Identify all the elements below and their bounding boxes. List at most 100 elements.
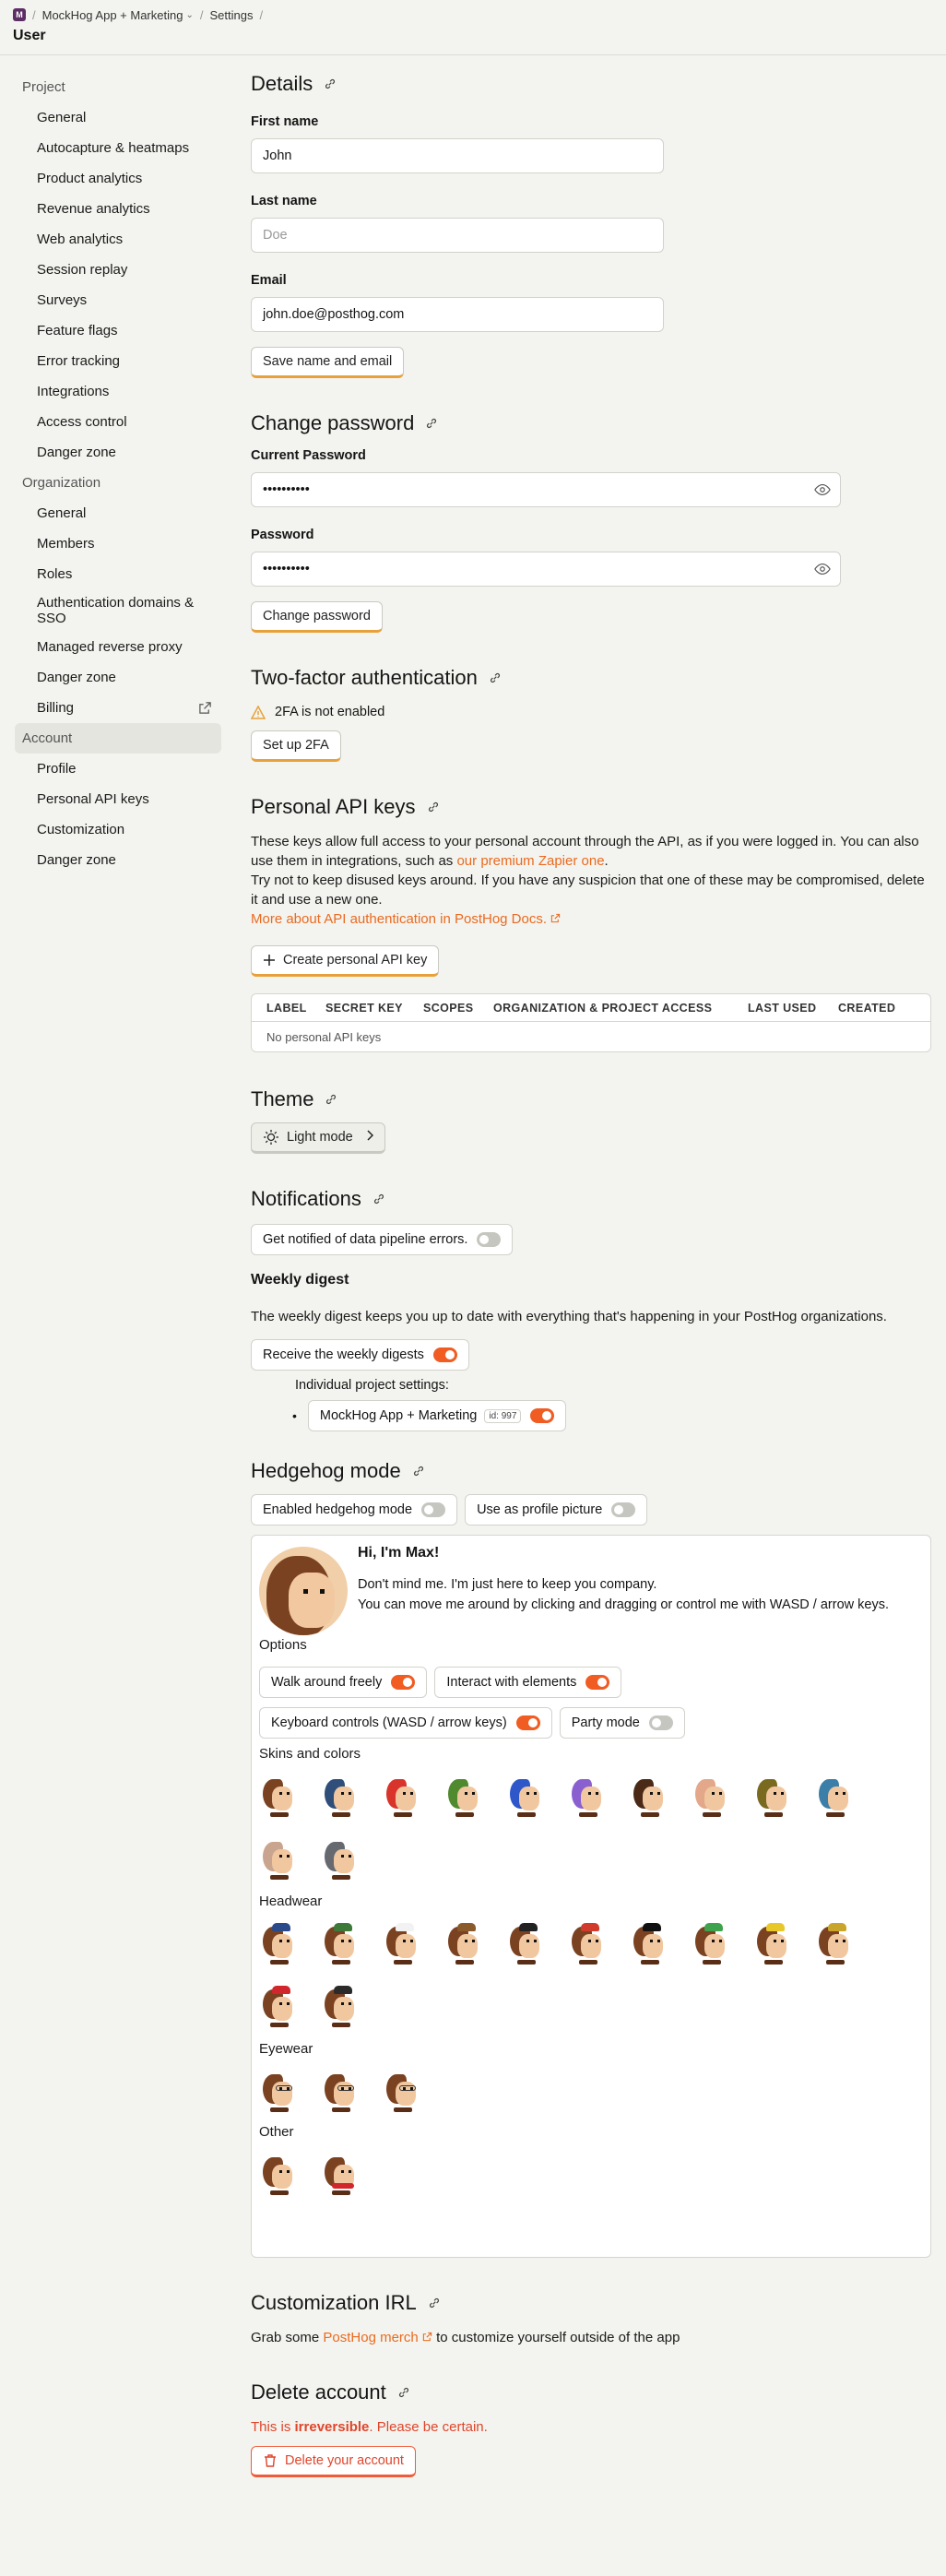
sidebar-item-error-tracking[interactable]: Error tracking [15,346,221,376]
keyboard-toggle[interactable] [515,1715,540,1730]
hedgehog-skin-red-option[interactable] [383,1774,423,1818]
sidebar-item-revenue-analytics[interactable]: Revenue analytics [15,194,221,224]
hedgehog-skin-default-option[interactable] [259,1774,300,1818]
zapier-link[interactable]: our premium Zapier one [456,853,604,869]
hedgehog-enabled-toggle[interactable] [421,1502,446,1517]
hedgehog-eyewear-sunglasses-option[interactable] [321,2069,361,2113]
hedgehog-avatar[interactable] [259,1547,348,1635]
hedgehog-skin-blue-option[interactable] [506,1774,547,1818]
column-header-created[interactable]: CREATED [823,994,930,1022]
column-header-label[interactable]: LABEL [252,994,311,1022]
weekly-digest-toggle-row[interactable]: Receive the weekly digests [251,1339,469,1371]
hedgehog-profile-row[interactable]: Use as profile picture [465,1494,648,1525]
hedgehog-headwear-cap-option[interactable] [321,1921,361,1965]
column-header-scopes[interactable]: SCOPES [408,994,479,1022]
setup-2fa-button[interactable]: Set up 2FA [251,730,341,762]
hedgehog-skin-green-option[interactable] [444,1774,485,1818]
column-header-secret-key[interactable]: SECRET KEY [311,994,408,1022]
change-password-button[interactable]: Change password [251,601,383,633]
hedgehog-other-none-option[interactable] [259,2152,300,2196]
sidebar-item-billing[interactable]: Billing [15,693,221,723]
sidebar-item-reverse-proxy[interactable]: Managed reverse proxy [15,632,221,662]
hedgehog-skin-ghost-option[interactable] [259,1836,300,1881]
last-name-input[interactable]: Doe [251,218,664,253]
walk-toggle[interactable] [391,1675,416,1690]
email-input[interactable]: john.doe@posthog.com [251,297,664,332]
hedgehog-headwear-tophat-option[interactable] [321,1984,361,2028]
api-docs-link[interactable]: More about API authentication in PostHog… [251,911,547,927]
sidebar-item-web-analytics[interactable]: Web analytics [15,224,221,255]
sidebar-item-auth-domains[interactable]: Authentication domains & SSO [15,589,221,632]
hedgehog-headwear-parrot-option[interactable] [692,1921,732,1965]
sidebar-item-session-replay[interactable]: Session replay [15,255,221,285]
hedgehog-eyewear-glasses-option[interactable] [259,2069,300,2113]
breadcrumb-project[interactable]: MockHog App + Marketing [42,8,183,22]
sidebar-item-integrations[interactable]: Integrations [15,376,221,407]
sidebar-item-surveys[interactable]: Surveys [15,285,221,315]
pipeline-errors-toggle[interactable] [477,1232,502,1247]
sidebar-item-roles[interactable]: Roles [15,559,221,589]
hedgehog-skin-light-option[interactable] [692,1774,732,1818]
link-icon[interactable] [489,671,502,684]
hedgehog-skin-purple-option[interactable] [568,1774,609,1818]
link-icon[interactable] [372,1193,385,1205]
hedgehog-skin-sepia-option[interactable] [753,1774,794,1818]
pipeline-errors-toggle-row[interactable]: Get notified of data pipeline errors. [251,1224,514,1255]
sidebar-item-product-analytics[interactable]: Product analytics [15,163,221,194]
hedgehog-headwear-chef-option[interactable] [383,1921,423,1965]
link-icon[interactable] [397,2386,410,2399]
column-header-access[interactable]: ORGANIZATION & PROJECT ACCESS [479,994,733,1022]
sidebar-section-account[interactable]: Account [15,723,221,754]
breadcrumb-settings[interactable]: Settings [209,8,253,22]
interact-toggle[interactable] [585,1675,610,1690]
hedgehog-headwear-pineapple-option[interactable] [815,1921,856,1965]
sidebar-item-account-danger-zone[interactable]: Danger zone [15,845,221,875]
sidebar-item-autocapture[interactable]: Autocapture & heatmaps [15,133,221,163]
sidebar-section-organization[interactable]: Organization [15,468,221,498]
link-icon[interactable] [324,77,337,90]
hedgehog-skin-spiderhog-option[interactable] [321,1774,361,1818]
link-icon[interactable] [325,1093,337,1106]
hedgehog-skin-invert-option[interactable] [815,1774,856,1818]
hedgehog-eyewear-eyepatch-option[interactable] [383,2069,423,2113]
hedgehog-skin-robohog-option[interactable] [321,1836,361,1881]
new-password-input[interactable]: •••••••••• [251,552,841,587]
hedgehog-headwear-flag-option[interactable] [568,1921,609,1965]
link-icon[interactable] [412,1465,425,1478]
sidebar-item-members[interactable]: Members [15,528,221,559]
delete-account-button[interactable]: Delete your account [251,2446,416,2477]
party-row[interactable]: Party mode [559,1707,685,1739]
first-name-input[interactable]: John [251,138,664,173]
sidebar-item-org-danger-zone[interactable]: Danger zone [15,662,221,693]
project-digest-toggle-row[interactable]: MockHog App + Marketing id: 997 [307,1400,567,1431]
save-name-email-button[interactable]: Save name and email [251,347,405,378]
create-api-key-button[interactable]: Create personal API key [251,945,440,977]
hedgehog-profile-toggle[interactable] [611,1502,636,1517]
link-icon[interactable] [428,2297,441,2309]
sidebar-item-personal-api-keys[interactable]: Personal API keys [15,784,221,814]
sidebar-item-customization[interactable]: Customization [15,814,221,845]
link-icon[interactable] [425,417,438,430]
hedgehog-skin-dark-option[interactable] [630,1774,670,1818]
eye-icon[interactable] [814,483,831,496]
hedgehog-headwear-beret-option[interactable] [259,1921,300,1965]
eye-icon[interactable] [814,563,831,576]
sidebar-section-project[interactable]: Project [15,72,221,102]
column-header-last-used[interactable]: LAST USED [733,994,823,1022]
hedgehog-headwear-eyepatch-option[interactable] [506,1921,547,1965]
interact-row[interactable]: Interact with elements [434,1667,622,1698]
hedgehog-headwear-graduation-option[interactable] [630,1921,670,1965]
sidebar-item-access-control[interactable]: Access control [15,407,221,437]
project-digest-toggle[interactable] [530,1408,555,1423]
sidebar-item-project-general[interactable]: General [15,102,221,133]
theme-select[interactable]: Light mode [251,1122,385,1154]
hedgehog-enabled-row[interactable]: Enabled hedgehog mode [251,1494,458,1525]
current-password-input[interactable]: •••••••••• [251,472,841,507]
party-toggle[interactable] [648,1715,673,1730]
chevron-down-icon[interactable]: ⌄ [185,10,193,20]
sidebar-item-profile[interactable]: Profile [15,754,221,784]
hedgehog-headwear-party-option[interactable] [753,1921,794,1965]
walk-row[interactable]: Walk around freely [259,1667,428,1698]
sidebar-item-project-danger-zone[interactable]: Danger zone [15,437,221,468]
merch-link[interactable]: PostHog merch [323,2330,418,2345]
